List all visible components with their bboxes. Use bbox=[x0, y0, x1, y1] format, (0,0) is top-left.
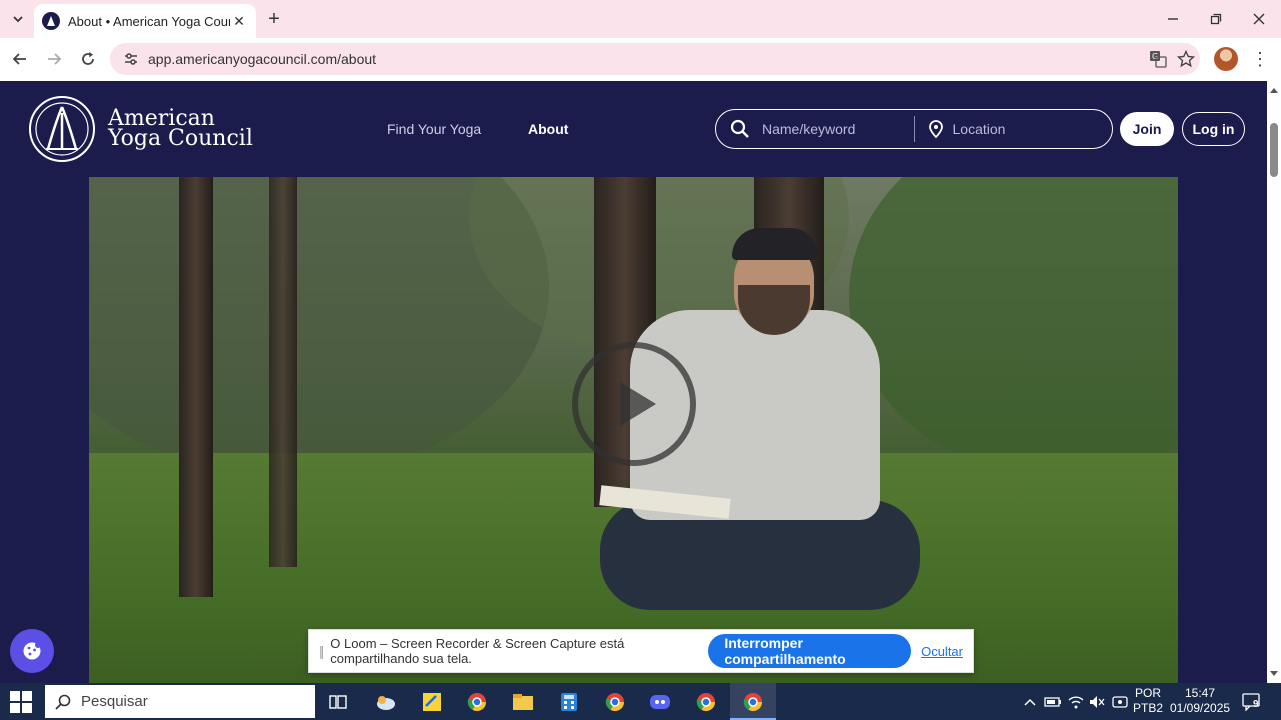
video-person bbox=[732, 228, 818, 260]
site-header: American Yoga Council Find Your Yoga Abo… bbox=[0, 81, 1267, 177]
calculator-icon[interactable] bbox=[555, 688, 583, 716]
chrome-icon[interactable] bbox=[601, 688, 629, 716]
forward-icon[interactable] bbox=[41, 46, 67, 72]
keyword-placeholder: Name/keyword bbox=[762, 121, 856, 137]
keyword-search-field[interactable]: Name/keyword bbox=[716, 110, 914, 148]
stop-sharing-button[interactable]: Interromper compartilhamento bbox=[708, 634, 912, 668]
taskbar-search[interactable]: Pesquisar bbox=[45, 685, 315, 718]
ayc-logo-icon bbox=[42, 12, 60, 30]
discord-icon[interactable] bbox=[646, 688, 674, 716]
translate-icon[interactable]: G bbox=[1144, 45, 1172, 73]
volume-muted-icon[interactable] bbox=[1088, 693, 1106, 711]
browser-tab-active[interactable]: About • American Yoga Council ✕ bbox=[34, 4, 256, 38]
wifi-icon[interactable] bbox=[1067, 693, 1085, 711]
keyboard-layout: PTB2 bbox=[1132, 701, 1163, 715]
windows-taskbar: Pesquisar POR PTB2 15:47 01/09/2025 9 bbox=[0, 683, 1281, 720]
url-text: app.americanyogacouncil.com/about bbox=[148, 51, 377, 67]
back-icon[interactable] bbox=[7, 46, 33, 72]
battery-icon[interactable] bbox=[1044, 693, 1062, 711]
browser-toolbar: app.americanyogacouncil.com/about G ⋮ bbox=[0, 38, 1281, 81]
site-settings-icon[interactable] bbox=[120, 48, 142, 70]
language-code: POR bbox=[1134, 686, 1161, 700]
play-triangle bbox=[620, 382, 656, 426]
nav-about[interactable]: About bbox=[528, 121, 568, 137]
file-explorer-icon[interactable] bbox=[509, 688, 537, 716]
bookmark-star-icon[interactable] bbox=[1172, 45, 1200, 73]
profile-avatar[interactable] bbox=[1214, 47, 1238, 71]
play-icon[interactable] bbox=[572, 342, 696, 466]
search-bar: Name/keyword Location bbox=[715, 109, 1113, 149]
tab-search-chevron-icon[interactable] bbox=[6, 7, 30, 31]
meet-now-icon[interactable] bbox=[1111, 693, 1129, 711]
taskbar-clock[interactable]: 15:47 01/09/2025 bbox=[1170, 686, 1230, 716]
ayc-emblem-icon bbox=[29, 96, 95, 162]
nav-find-your-yoga[interactable]: Find Your Yoga bbox=[387, 121, 481, 137]
video-tree-trunk bbox=[179, 177, 213, 597]
scroll-up-icon[interactable] bbox=[1267, 83, 1281, 97]
video-tree-trunk bbox=[269, 177, 297, 567]
about-video-player[interactable] bbox=[89, 177, 1178, 683]
scroll-thumb[interactable] bbox=[1270, 123, 1278, 177]
loom-message: O Loom – Screen Recorder & Screen Captur… bbox=[330, 636, 625, 666]
video-foliage bbox=[849, 177, 1178, 477]
task-view-icon[interactable] bbox=[324, 688, 352, 716]
taskbar-search-label: Pesquisar bbox=[81, 693, 148, 710]
location-placeholder: Location bbox=[952, 121, 1006, 137]
tray-overflow-chevron-icon[interactable] bbox=[1021, 693, 1039, 711]
new-tab-plus-icon[interactable]: + bbox=[262, 7, 286, 31]
hide-link[interactable]: Ocultar bbox=[921, 644, 963, 659]
menu-kebab-icon[interactable]: ⋮ bbox=[1250, 47, 1270, 71]
notification-count: 9 bbox=[1253, 699, 1259, 710]
location-pin-icon bbox=[928, 120, 943, 138]
location-search-field[interactable]: Location bbox=[915, 110, 1113, 148]
window-close-icon[interactable] bbox=[1244, 6, 1274, 32]
notifications-icon[interactable]: 9 bbox=[1241, 692, 1263, 712]
windows-start-icon[interactable] bbox=[10, 691, 32, 713]
browser-tab-strip: About • American Yoga Council ✕ + bbox=[0, 0, 1281, 38]
chrome-icon[interactable] bbox=[739, 688, 767, 716]
cookie-icon bbox=[23, 642, 41, 660]
site-logo[interactable]: American Yoga Council bbox=[28, 95, 253, 163]
minimize-icon[interactable] bbox=[1158, 6, 1188, 32]
cookie-settings-button[interactable] bbox=[10, 629, 54, 673]
join-button[interactable]: Join bbox=[1120, 112, 1174, 146]
search-icon bbox=[730, 119, 749, 138]
logo-line-2: Yoga Council bbox=[108, 126, 253, 151]
clock-time: 15:47 bbox=[1184, 686, 1216, 700]
logo-wordmark: American Yoga Council bbox=[108, 108, 253, 151]
search-icon bbox=[55, 694, 71, 710]
tab-close-icon[interactable]: ✕ bbox=[230, 12, 248, 30]
restore-icon[interactable] bbox=[1201, 6, 1231, 32]
scroll-down-icon[interactable] bbox=[1267, 667, 1281, 681]
tab-title: About • American Yoga Council bbox=[68, 13, 230, 29]
chrome-icon[interactable] bbox=[463, 688, 491, 716]
sticky-notes-icon[interactable] bbox=[418, 688, 446, 716]
login-button[interactable]: Log in bbox=[1182, 112, 1245, 146]
page-scrollbar[interactable] bbox=[1267, 81, 1281, 683]
loom-sharing-bar: || O Loom – Screen Recorder & Screen Cap… bbox=[308, 629, 974, 673]
address-bar[interactable]: app.americanyogacouncil.com/about G bbox=[110, 43, 1200, 75]
reload-icon[interactable] bbox=[75, 46, 101, 72]
clock-date: 01/09/2025 bbox=[1170, 701, 1231, 715]
input-language[interactable]: POR PTB2 bbox=[1130, 686, 1166, 716]
weather-app-icon[interactable] bbox=[372, 688, 400, 716]
drag-handle-icon[interactable]: || bbox=[319, 643, 324, 659]
chrome-icon[interactable] bbox=[692, 688, 720, 716]
